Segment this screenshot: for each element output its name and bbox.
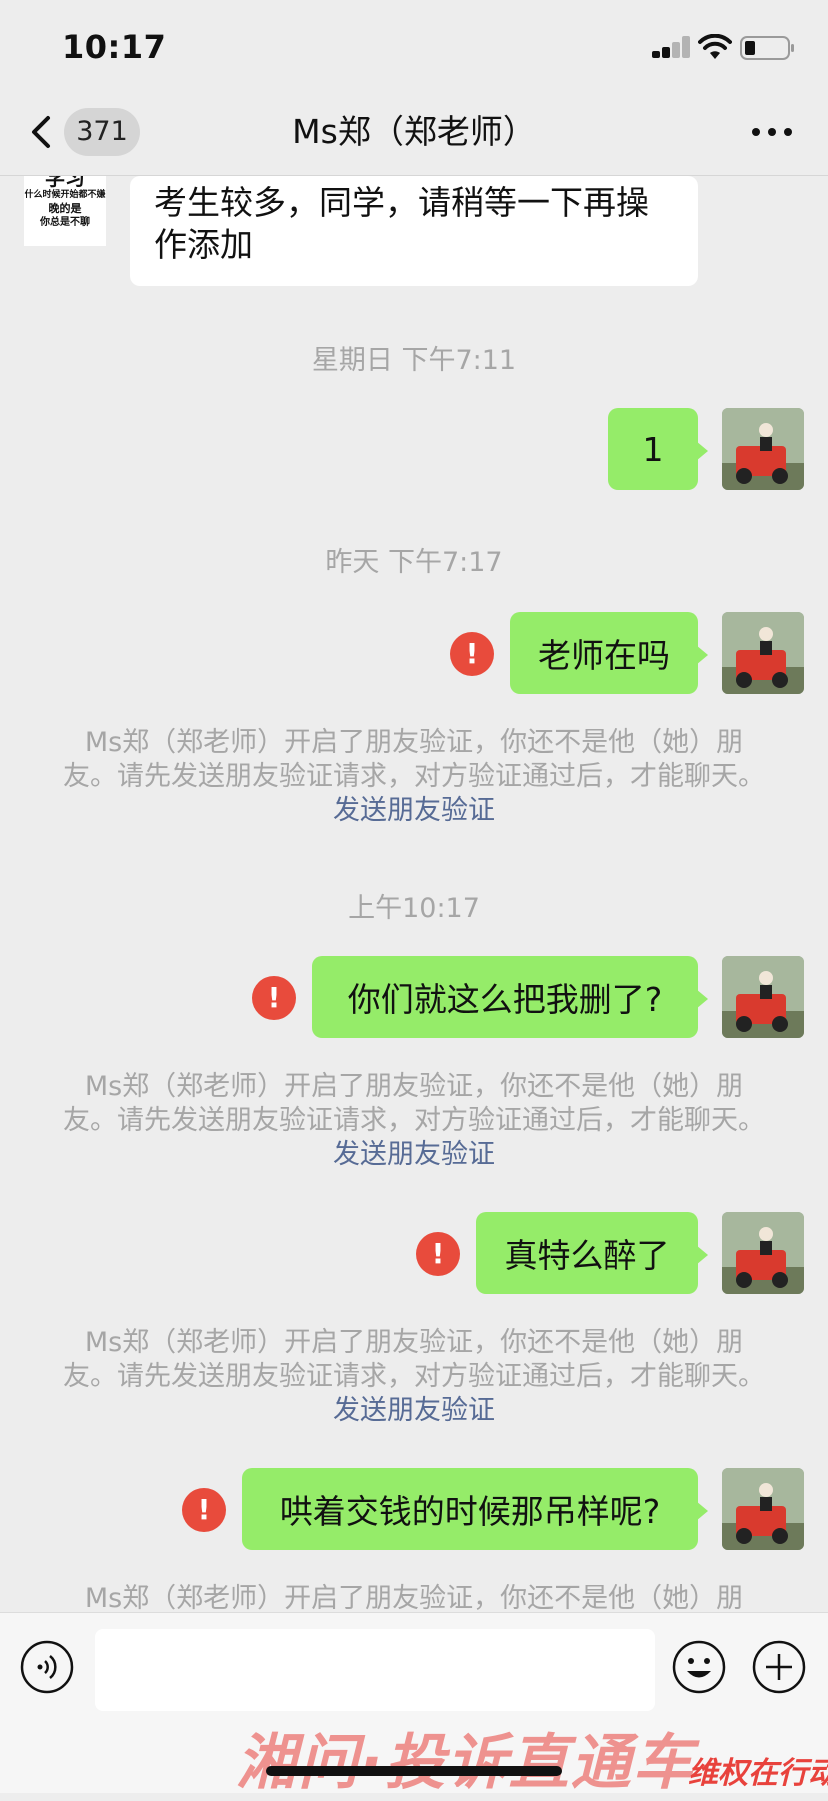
system-notice: Ms郑（郑老师）开启了朋友验证，你还不是他（她）朋友。请先发送朋友验证请求，对方… [60,1070,768,1172]
system-notice-text: Ms郑（郑老师）开启了朋友验证，你还不是他（她）朋友。请先发送朋友验证请求，对方… [63,1071,765,1136]
avatar-photo-icon [722,1212,804,1294]
wifi-icon [698,34,732,59]
message-input[interactable] [95,1629,655,1711]
my-avatar[interactable] [722,956,804,1038]
sender-avatar-line: 什么时候开始都不嫌 [24,190,106,200]
system-notice: Ms郑（郑老师）开启了朋友验证，你还不是他（她）朋 [60,1582,768,1612]
send-verification-link[interactable]: 发送朋友验证 [333,1139,495,1170]
incoming-message-bubble[interactable]: 考生较多，同学，请稍等一下再操作添加 [130,176,698,286]
error-icon[interactable]: ! [182,1488,226,1532]
system-notice-text: Ms郑（郑老师）开启了朋友验证，你还不是他（她）朋 [84,1583,744,1612]
add-icon[interactable] [752,1640,806,1694]
battery-icon [740,36,794,60]
timestamp: 星期日 下午7:11 [311,345,517,376]
avatar-photo-icon [722,1468,804,1550]
unread-count-badge[interactable]: 371 [64,108,140,156]
error-icon[interactable]: ! [416,1232,460,1276]
outgoing-message-text: 你们就这么把我删了? [347,980,663,1019]
sender-avatar[interactable]: 学习 什么时候开始都不嫌 晚的是 你总是不聊 [24,176,106,246]
watermark-stamp: 维权在行动 [688,1756,828,1791]
my-avatar[interactable] [722,612,804,694]
outgoing-message-bubble[interactable]: 老师在吗 [510,612,708,694]
my-avatar[interactable] [722,1468,804,1550]
watermark-text: 湘问·投诉直通车 [236,1728,695,1798]
timestamp: 昨天 下午7:17 [325,547,503,578]
outgoing-message-text: 老师在吗 [538,636,670,675]
status-time: 10:17 [62,28,167,66]
more-dots-icon[interactable] [748,112,796,152]
voice-icon[interactable] [20,1640,74,1694]
send-verification-link[interactable]: 发送朋友验证 [333,1395,495,1426]
outgoing-message-bubble[interactable]: 1 [608,408,708,490]
send-verification-link[interactable]: 发送朋友验证 [333,795,495,826]
back-button[interactable] [22,108,62,156]
sender-avatar-line: 晚的是 [48,202,82,215]
outgoing-message-bubble[interactable]: 哄着交钱的时候那吊样呢? [242,1468,708,1550]
outgoing-message-bubble[interactable]: 真特么醉了 [476,1212,708,1294]
system-notice: Ms郑（郑老师）开启了朋友验证，你还不是他（她）朋友。请先发送朋友验证请求，对方… [60,726,768,828]
timestamp: 上午10:17 [348,893,480,924]
avatar-photo-icon [722,408,804,490]
signal-icon [652,36,690,58]
my-avatar[interactable] [722,1212,804,1294]
error-icon[interactable]: ! [450,632,494,676]
outgoing-message-text: 1 [642,429,664,469]
error-icon[interactable]: ! [252,976,296,1020]
sender-avatar-line: 你总是不聊 [40,217,90,228]
my-avatar[interactable] [722,408,804,490]
chat-title: Ms郑（郑老师） [292,112,536,151]
outgoing-message-bubble[interactable]: 你们就这么把我删了? [312,956,708,1038]
outgoing-message-text: 哄着交钱的时候那吊样呢? [279,1492,661,1531]
system-notice-text: Ms郑（郑老师）开启了朋友验证，你还不是他（她）朋友。请先发送朋友验证请求，对方… [63,727,765,792]
home-indicator [266,1766,562,1776]
avatar-photo-icon [722,612,804,694]
system-notice: Ms郑（郑老师）开启了朋友验证，你还不是他（她）朋友。请先发送朋友验证请求，对方… [60,1326,768,1428]
outgoing-message-text: 真特么醉了 [504,1236,670,1275]
emoji-icon[interactable] [672,1640,726,1694]
incoming-message-text: 考生较多，同学，请稍等一下再操作添加 [154,183,649,264]
system-notice-text: Ms郑（郑老师）开启了朋友验证，你还不是他（她）朋友。请先发送朋友验证请求，对方… [63,1327,765,1392]
avatar-photo-icon [722,956,804,1038]
sender-avatar-line: 学习 [45,176,85,190]
